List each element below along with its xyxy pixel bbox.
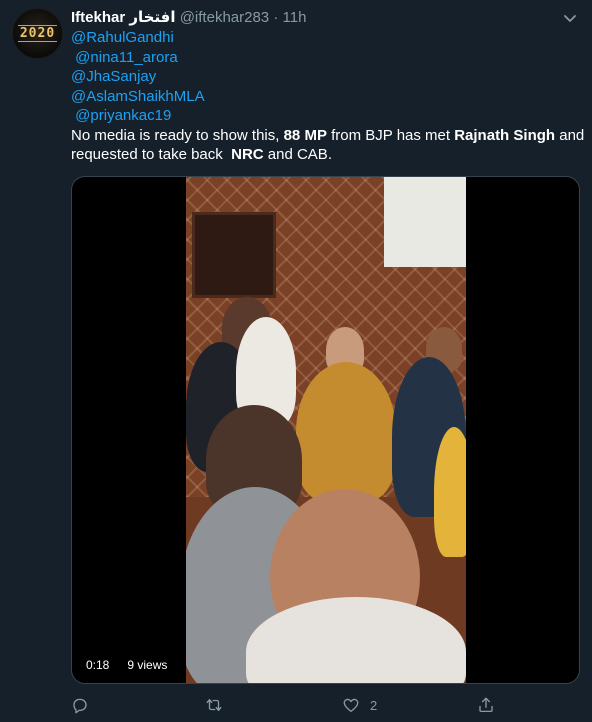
- video-frame: [186, 177, 466, 683]
- video-person: [296, 362, 396, 502]
- mention-link[interactable]: @RahulGandhi: [71, 29, 174, 46]
- video-overlay: 0:18 9 views: [80, 655, 174, 675]
- reply-button[interactable]: [71, 694, 99, 716]
- tweet: 2020 Iftekhar افتخار @iftekhar283 · 11h …: [0, 0, 592, 722]
- chevron-down-icon[interactable]: [562, 10, 578, 26]
- reply-icon: [73, 698, 87, 714]
- tweet-text: @RahulGandhi @nina11_arora @JhaSanjay @A…: [71, 28, 585, 165]
- mention-link[interactable]: @priyankac19: [75, 107, 171, 124]
- tweet-text-line-1: No media is ready to show this, 88 MP fr…: [71, 126, 585, 144]
- like-button[interactable]: 2: [342, 694, 377, 716]
- separator: ·: [273, 9, 279, 26]
- video-player[interactable]: 0:18 9 views: [71, 176, 580, 684]
- share-icon: [479, 697, 493, 713]
- video-wall: [384, 177, 466, 267]
- tweet-text-line-2: requested to take back NRC and CAB.: [71, 146, 332, 163]
- avatar[interactable]: 2020: [12, 8, 63, 59]
- heart-icon: [343, 698, 359, 713]
- tweet-header: Iftekhar افتخار @iftekhar283 · 11h: [71, 8, 572, 28]
- mention-link[interactable]: @nina11_arora: [75, 49, 178, 66]
- tweet-actions: 2: [71, 694, 511, 718]
- video-duration: 0:18: [80, 655, 116, 675]
- like-count: 2: [370, 697, 378, 713]
- mention-link[interactable]: @JhaSanjay: [71, 68, 156, 85]
- mention-link[interactable]: @AslamShaikhMLA: [71, 88, 205, 105]
- video-person: [434, 427, 466, 557]
- author-name[interactable]: Iftekhar: [71, 9, 125, 26]
- video-door: [192, 212, 276, 298]
- author-name-alt[interactable]: افتخار: [129, 9, 175, 26]
- share-button[interactable]: [477, 694, 495, 716]
- author-handle[interactable]: @iftekhar283: [180, 9, 269, 26]
- retweet-button[interactable]: [205, 694, 233, 716]
- retweet-icon: [206, 699, 222, 711]
- timestamp[interactable]: 11h: [283, 9, 307, 26]
- avatar-text: 2020: [17, 25, 58, 42]
- video-views: 9 views: [121, 655, 174, 675]
